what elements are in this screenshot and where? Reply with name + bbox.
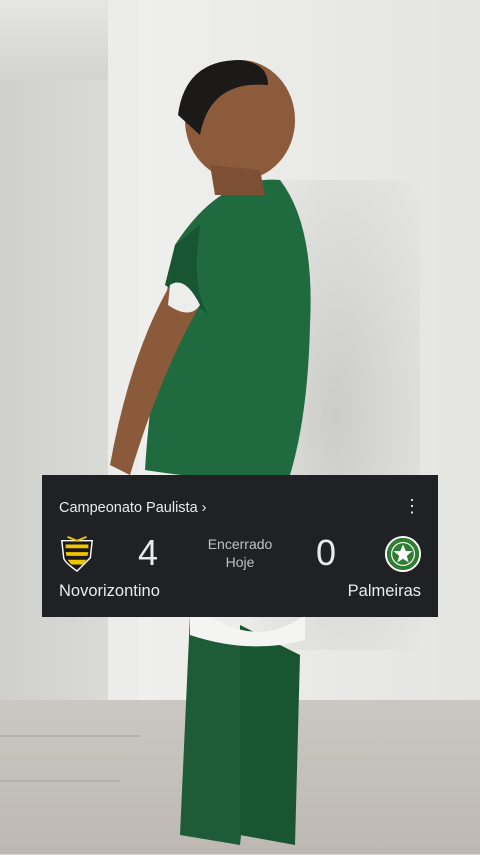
- away-score: 0: [316, 532, 337, 573]
- player-figure: ​: [110, 60, 311, 845]
- competition-link[interactable]: Campeonato Paulista ›: [59, 500, 207, 516]
- status-date: Hoje: [225, 554, 255, 570]
- match-scorecard[interactable]: Campeonato Paulista › ⋮ 4 Encerrado Hoje…: [42, 475, 438, 617]
- status-label: Encerrado: [207, 536, 273, 552]
- palmeiras-crest-icon: [384, 535, 422, 573]
- home-score: 4: [138, 532, 159, 573]
- match-status: Encerrado Hoje: [190, 535, 290, 571]
- home-team-name: Novorizontino: [59, 582, 160, 600]
- video-frame: ​: [0, 0, 480, 854]
- away-team-name: Palmeiras: [347, 582, 421, 600]
- novorizontino-crest-icon: [61, 536, 93, 573]
- more-vert-icon[interactable]: ⋮: [403, 497, 421, 515]
